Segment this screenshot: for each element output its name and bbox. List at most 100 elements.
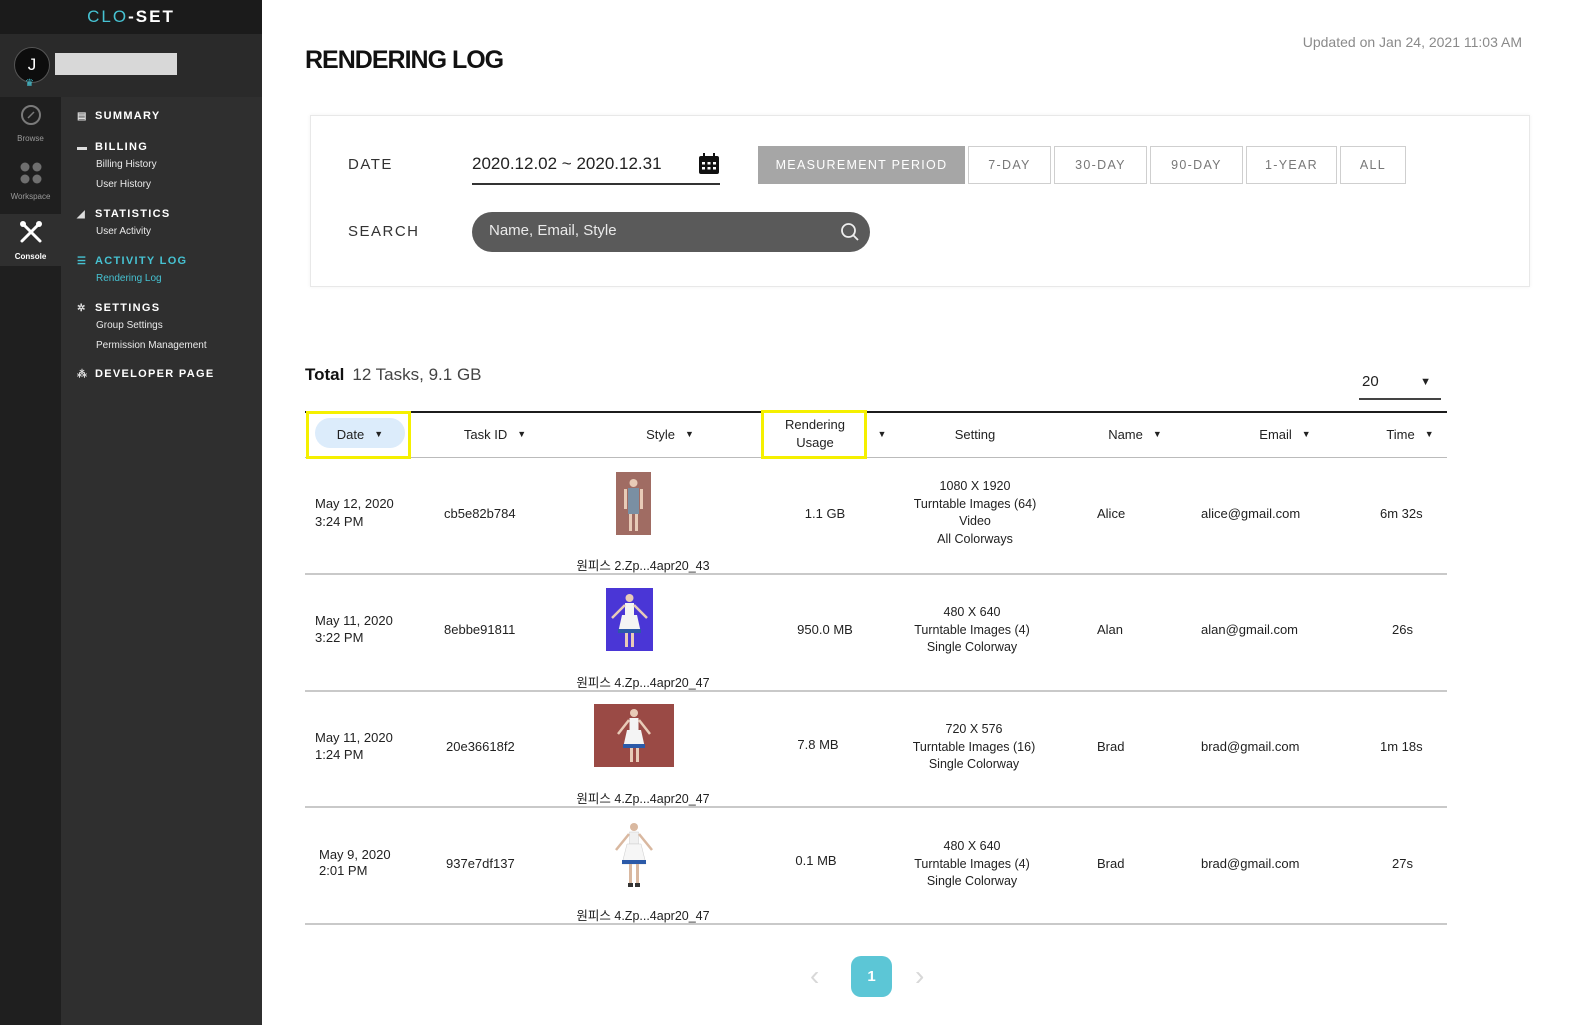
menu-developer-page[interactable]: ⁂ DEVELOPER PAGE xyxy=(77,366,257,382)
row-name: Brad xyxy=(1097,856,1125,871)
period-90day-button[interactable]: 90-DAY xyxy=(1150,146,1243,184)
row-time-of-day: 1:24 PM xyxy=(315,747,364,762)
header-setting-label: Setting xyxy=(954,426,996,442)
menu-rendering-log[interactable]: Rendering Log xyxy=(96,269,257,289)
tools-icon xyxy=(0,220,61,250)
style-thumbnail[interactable] xyxy=(616,472,651,540)
rail-label-browse: Browse xyxy=(17,134,44,143)
setting-colorway: All Colorways xyxy=(937,531,1013,546)
row-usage: 0.1 MB xyxy=(795,853,837,868)
row-style-name[interactable]: 원피스 4.Zp...4apr20_47 xyxy=(558,788,728,807)
search-placeholder: Name, Email, Style xyxy=(489,222,617,239)
search-label: SEARCH xyxy=(348,223,420,240)
column-header-time[interactable]: Time ▼ xyxy=(1380,411,1440,457)
menu-user-history[interactable]: User History xyxy=(96,175,257,195)
developer-icon: ⁂ xyxy=(77,368,89,380)
sort-caret-icon[interactable]: ▼ xyxy=(872,411,892,457)
logo[interactable]: CLO-SET xyxy=(87,7,175,27)
menu-activity-log[interactable]: ☰ ACTIVITY LOG xyxy=(77,253,257,269)
row-name: Brad xyxy=(1097,739,1125,754)
chevron-left-icon[interactable]: ‹ xyxy=(810,960,819,992)
menu-summary-label: SUMMARY xyxy=(95,110,161,122)
menu-settings[interactable]: ✲ SETTINGS xyxy=(77,300,257,316)
updated-timestamp: Updated on Jan 24, 2021 11:03 AM xyxy=(1302,34,1522,50)
date-range-field[interactable]: 2020.12.02 ~ 2020.12.31 xyxy=(472,147,720,185)
menu-summary[interactable]: ▤ SUMMARY xyxy=(77,108,257,124)
sort-caret-icon: ▼ xyxy=(517,429,527,439)
setting-resolution: 480 X 640 xyxy=(943,605,1001,619)
menu-settings-label: SETTINGS xyxy=(95,302,161,314)
row-email: alan@gmail.com xyxy=(1201,622,1299,637)
grid-icon xyxy=(0,162,61,190)
caret-down-icon: ▼ xyxy=(1420,376,1431,388)
row-name: Alan xyxy=(1097,622,1124,637)
caret-down-icon: ▼ xyxy=(877,429,887,439)
header-style-label: Style xyxy=(646,426,675,442)
style-thumbnail[interactable] xyxy=(606,588,653,656)
row-style-name[interactable]: 원피스 2.Zp...4apr20_43 xyxy=(558,555,728,574)
menu-group-settings[interactable]: Group Settings xyxy=(96,316,257,336)
highlight-usage-column xyxy=(761,410,867,459)
period-measurement-button[interactable]: MEASUREMENT PERIOD xyxy=(758,146,965,184)
search-input[interactable]: Name, Email, Style xyxy=(472,212,870,252)
calendar-icon[interactable] xyxy=(698,153,720,175)
row-date: May 12, 2020 xyxy=(315,496,394,511)
total-value: 12 Tasks, 9.1 GB xyxy=(352,365,482,384)
row-date: May 11, 2020 xyxy=(315,730,393,745)
column-header-task-id[interactable]: Task ID ▼ xyxy=(440,411,550,457)
sort-caret-icon: ▼ xyxy=(684,429,694,439)
document-icon: ▤ xyxy=(77,110,88,122)
period-1year-button[interactable]: 1-YEAR xyxy=(1246,146,1337,184)
row-email: alice@gmail.com xyxy=(1201,506,1301,521)
logo-bar: CLO-SET xyxy=(0,0,262,34)
rail-item-console[interactable]: Console xyxy=(0,214,61,266)
header-email-label: Email xyxy=(1259,426,1292,442)
menu-permission-management[interactable]: Permission Management xyxy=(96,336,257,356)
search-icon[interactable] xyxy=(840,222,860,242)
setting-turntable: Turntable Images (4) xyxy=(914,856,1030,871)
setting-turntable: Turntable Images (16) xyxy=(912,739,1036,754)
setting-colorway: Single Colorway xyxy=(926,874,1018,888)
column-header-style[interactable]: Style ▼ xyxy=(620,411,720,457)
style-thumbnail[interactable] xyxy=(594,704,674,772)
period-30day-button[interactable]: 30-DAY xyxy=(1054,146,1147,184)
style-thumbnail[interactable] xyxy=(610,820,658,895)
setting-resolution: 720 X 576 xyxy=(945,722,1003,736)
page-title: RENDERING LOG xyxy=(305,46,504,74)
row-email: brad@gmail.com xyxy=(1201,856,1300,871)
chevron-right-icon[interactable]: › xyxy=(915,960,924,992)
date-label: DATE xyxy=(348,156,393,173)
row-divider xyxy=(305,806,1447,808)
row-style-name[interactable]: 원피스 4.Zp...4apr20_47 xyxy=(558,905,728,924)
row-time-of-day: 2:01 PM xyxy=(319,863,368,878)
menu-billing[interactable]: ▬ BILLING xyxy=(77,139,257,155)
menu-user-activity[interactable]: User Activity xyxy=(96,222,257,242)
row-task-id: 937e7df137 xyxy=(446,856,515,871)
column-header-name[interactable]: Name ▼ xyxy=(1090,411,1180,457)
row-divider xyxy=(305,923,1447,925)
row-usage: 7.8 MB xyxy=(797,737,839,752)
page-button-current[interactable]: 1 xyxy=(851,956,892,997)
row-setting: 480 X 640 Turntable Images (4) Single Co… xyxy=(887,838,1057,891)
row-name: Alice xyxy=(1097,506,1126,521)
rail-label-console: Console xyxy=(14,252,47,261)
menu-billing-history[interactable]: Billing History xyxy=(96,155,257,175)
total-summary: Total 12 Tasks, 9.1 GB xyxy=(305,365,482,385)
rail-item-browse[interactable]: Browse xyxy=(0,104,61,152)
column-header-email[interactable]: Email ▼ xyxy=(1240,411,1330,457)
per-page-select[interactable]: 20 ▼ xyxy=(1359,368,1441,400)
console-menu: ▤ SUMMARY ▬ BILLING Billing History User H… xyxy=(77,108,257,382)
period-all-button[interactable]: ALL xyxy=(1340,146,1406,184)
rail-item-workspace[interactable]: Workspace xyxy=(0,162,61,210)
filter-panel xyxy=(310,115,1530,287)
row-date: May 11, 2020 xyxy=(315,613,393,628)
row-usage: 950.0 MB xyxy=(797,622,853,637)
menu-statistics[interactable]: ◢ STATISTICS xyxy=(77,206,257,222)
row-style-name[interactable]: 원피스 4.Zp...4apr20_47 xyxy=(558,672,728,691)
period-7day-button[interactable]: 7-DAY xyxy=(968,146,1051,184)
row-task-id: 20e36618f2 xyxy=(446,739,515,754)
setting-colorway: Single Colorway xyxy=(926,640,1018,654)
sort-caret-icon: ▼ xyxy=(1301,429,1311,439)
card-icon: ▬ xyxy=(77,141,89,153)
row-setting: 720 X 576 Turntable Images (16) Single C… xyxy=(889,721,1059,774)
